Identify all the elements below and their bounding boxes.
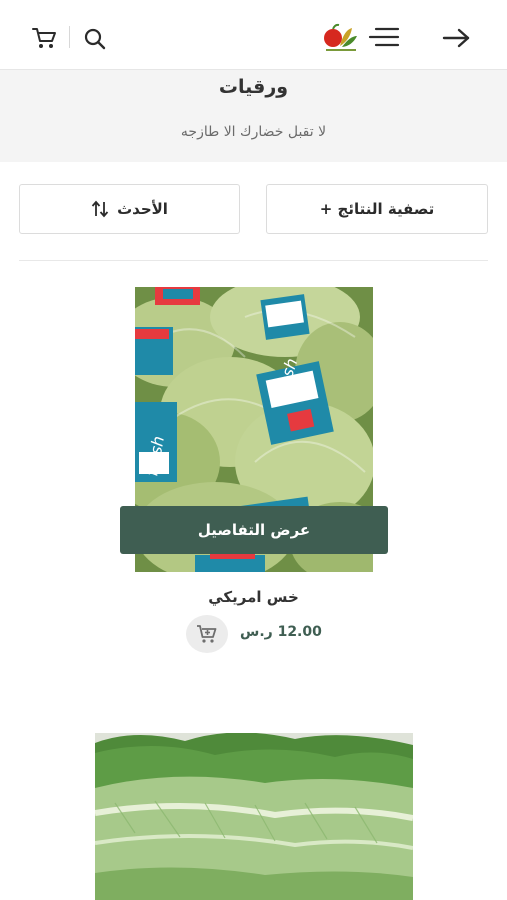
romaine-lettuce-photo xyxy=(95,733,413,900)
back-button[interactable] xyxy=(436,22,476,54)
search-icon xyxy=(84,28,106,50)
cart-button[interactable] xyxy=(28,22,60,54)
category-title: ورقيات xyxy=(218,76,289,98)
sort-arrows-icon xyxy=(91,200,109,218)
menu-button[interactable] xyxy=(364,22,402,52)
header-divider xyxy=(69,26,70,48)
search-button[interactable] xyxy=(80,24,110,54)
hamburger-menu-icon xyxy=(368,27,400,47)
price-row: 12.00 ر.س xyxy=(186,615,336,653)
category-subtitle: لا تقبل خضارك الا طازجه xyxy=(180,124,327,140)
add-to-cart-button[interactable] xyxy=(186,615,228,653)
section-divider xyxy=(19,260,488,261)
category-banner: ورقيات لا تقبل خضارك الا طازجه xyxy=(0,70,507,162)
cart-icon xyxy=(32,28,56,48)
product-name[interactable]: خس امريكي xyxy=(0,588,507,606)
store-logo[interactable] xyxy=(320,20,360,54)
add-to-cart-icon xyxy=(197,625,217,643)
product-image[interactable] xyxy=(95,733,413,900)
view-details-button[interactable]: عرض التفاصيل xyxy=(120,506,388,554)
filter-results-button[interactable]: تصفية النتائج + xyxy=(266,184,488,234)
arrow-right-icon xyxy=(442,28,470,48)
product-price: 12.00 ر.س xyxy=(240,624,322,640)
filter-label: تصفية النتائج + xyxy=(319,200,435,218)
sort-button[interactable]: الأحدث xyxy=(19,184,240,234)
sort-label: الأحدث xyxy=(117,200,168,218)
top-app-bar xyxy=(0,0,507,70)
